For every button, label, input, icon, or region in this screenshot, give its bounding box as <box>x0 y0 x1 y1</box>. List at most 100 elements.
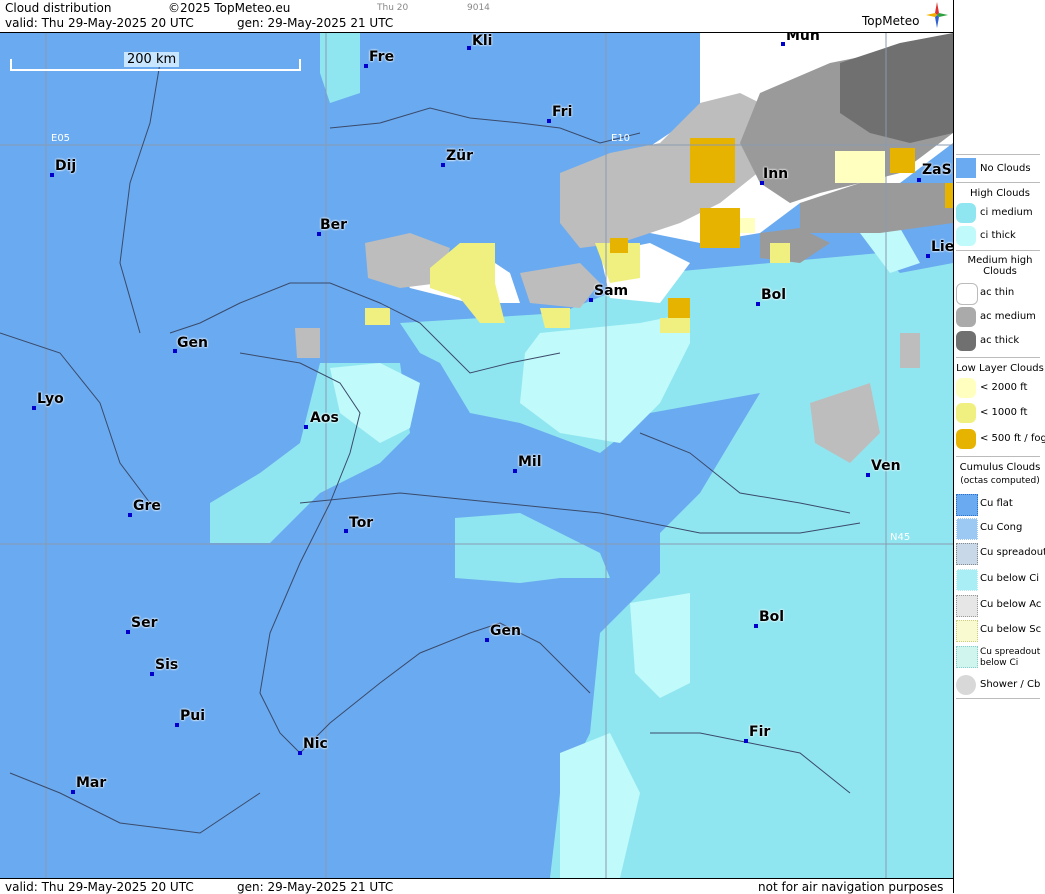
city-label[interactable]: Lie <box>931 239 953 255</box>
no-clouds-swatch <box>956 158 976 178</box>
city-marker <box>513 469 517 473</box>
legend-item-low-1000: < 1000 ft <box>956 403 1044 425</box>
legend-low-title: Low Layer Clouds <box>956 363 1044 374</box>
city-marker <box>866 473 870 477</box>
city-label[interactable]: Mar <box>76 775 106 791</box>
grid-label-e10: E10 <box>611 133 631 144</box>
legend-item-cu-below-ac: Cu below Ac <box>956 595 1044 617</box>
ac-thick-swatch <box>956 331 976 351</box>
legend-item-ac-thin: ac thin <box>956 283 1044 305</box>
city-label[interactable]: Zür <box>446 148 473 164</box>
scale-bar-label: 200 km <box>124 52 180 67</box>
legend-item-ac-thick: ac thick <box>956 331 1044 353</box>
cu-spreadout-icon <box>956 543 978 565</box>
city-label[interactable]: Mil <box>518 454 542 470</box>
city-marker <box>32 406 36 410</box>
valid-time-label: valid: Thu 29-May-2025 20 UTC <box>5 16 194 30</box>
city-label[interactable]: Dij <box>55 158 76 174</box>
city-marker <box>344 529 348 533</box>
city-label[interactable]: Ber <box>320 217 347 233</box>
low-2000-swatch <box>956 378 976 398</box>
legend-label: ac thick <box>980 335 1020 346</box>
legend-medium-title: Medium high Clouds <box>967 255 1033 277</box>
legend-label: Cu below Sc <box>980 624 1042 635</box>
city-marker <box>441 163 445 167</box>
legend-label: Cu spreadout below Ci <box>980 647 1041 668</box>
city-label[interactable]: Inn <box>763 166 788 182</box>
city-label[interactable]: Gre <box>133 498 161 514</box>
legend-divider <box>956 250 1040 251</box>
city-marker <box>71 790 75 794</box>
legend-item-no-clouds: No Clouds <box>956 158 1044 180</box>
cu-cong-icon <box>956 518 978 540</box>
legend-label: Cu flat <box>980 498 1013 509</box>
legend-item-ci-thick: ci thick <box>956 226 1044 248</box>
city-label[interactable]: Ser <box>131 615 157 631</box>
header-small-label-2: 9014 <box>467 3 490 13</box>
city-label[interactable]: Fri <box>552 104 572 120</box>
city-marker <box>304 425 308 429</box>
legend-item-cu-below-ci: Cu below Ci <box>956 569 1044 591</box>
legend-label: Cu below Ci <box>980 573 1040 584</box>
city-label[interactable]: Kli <box>472 33 492 49</box>
legend-label: ci medium <box>980 207 1033 218</box>
ac-medium-swatch <box>956 307 976 327</box>
city-label[interactable]: Pui <box>180 708 205 724</box>
cloud-field-layer <box>0 33 953 878</box>
legend-item-low-500: < 500 ft / fog <box>956 429 1045 451</box>
cu-below-ac-icon <box>956 595 978 617</box>
city-label[interactable]: Fir <box>749 724 770 740</box>
city-label[interactable]: Sam <box>594 283 628 299</box>
city-marker <box>744 739 748 743</box>
cu-below-ci-icon <box>956 569 978 591</box>
legend-panel: No Clouds High Clouds ci medium ci thick… <box>953 0 1045 893</box>
city-label[interactable]: Gen <box>490 623 521 639</box>
legend-item-cu-flat: Cu flat <box>956 494 1044 516</box>
legend-label: ac medium <box>980 311 1036 322</box>
city-label[interactable]: Aos <box>310 410 339 426</box>
legend-label: < 1000 ft <box>980 407 1028 418</box>
grid-label-e05: E05 <box>51 133 71 144</box>
header-small-label-1: Thu 20 <box>377 3 409 13</box>
city-label[interactable]: Mün <box>786 33 820 44</box>
product-title: Cloud distribution <box>5 1 112 15</box>
legend-label: < 500 ft / fog <box>980 433 1045 444</box>
city-marker <box>298 751 302 755</box>
city-label[interactable]: Ven <box>871 458 901 474</box>
topmeteo-logo-text: TopMeteo <box>862 14 920 28</box>
legend-divider <box>956 698 1040 699</box>
city-label[interactable]: Bol <box>761 287 786 303</box>
city-marker <box>467 46 471 50</box>
cu-spreadout-below-ci-icon <box>956 646 978 668</box>
legend-label: Shower / Cb <box>980 679 1041 690</box>
city-marker <box>364 64 368 68</box>
compass-logo-icon <box>926 2 948 28</box>
city-label[interactable]: Nic <box>303 736 328 752</box>
legend-label: ci thick <box>980 230 1016 241</box>
city-label[interactable]: Bol <box>759 609 784 625</box>
city-marker <box>756 302 760 306</box>
footer-generated-time: gen: 29-May-2025 21 UTC <box>237 880 394 894</box>
city-marker <box>128 513 132 517</box>
generated-time-label: gen: 29-May-2025 21 UTC <box>237 16 394 30</box>
city-marker <box>589 298 593 302</box>
legend-divider <box>956 357 1040 358</box>
legend-item-ci-medium: ci medium <box>956 203 1044 225</box>
shower-cb-icon <box>956 675 976 695</box>
city-label[interactable]: Lyo <box>37 391 64 407</box>
cloud-map[interactable]: 200 km E05 E10 N45 Kli Fre Mün Fri Dij Z… <box>0 33 953 878</box>
grid-label-n45: N45 <box>890 532 911 543</box>
legend-label: Cu Cong <box>980 522 1023 533</box>
city-label[interactable]: Sis <box>155 657 178 673</box>
city-label[interactable]: Gen <box>177 335 208 351</box>
legend-label: No Clouds <box>980 163 1031 174</box>
cu-flat-icon <box>956 494 978 516</box>
city-marker <box>754 624 758 628</box>
city-label[interactable]: Fre <box>369 49 394 65</box>
city-label[interactable]: Tor <box>349 515 373 531</box>
city-label[interactable]: ZaS <box>922 162 952 178</box>
legend-item-cu-cong: Cu Cong <box>956 518 1044 540</box>
map-footer: valid: Thu 29-May-2025 20 UTC gen: 29-Ma… <box>0 878 953 894</box>
legend-label: Cu spreadout <box>980 547 1045 558</box>
legend-item-shower-cb: Shower / Cb <box>956 675 1044 697</box>
